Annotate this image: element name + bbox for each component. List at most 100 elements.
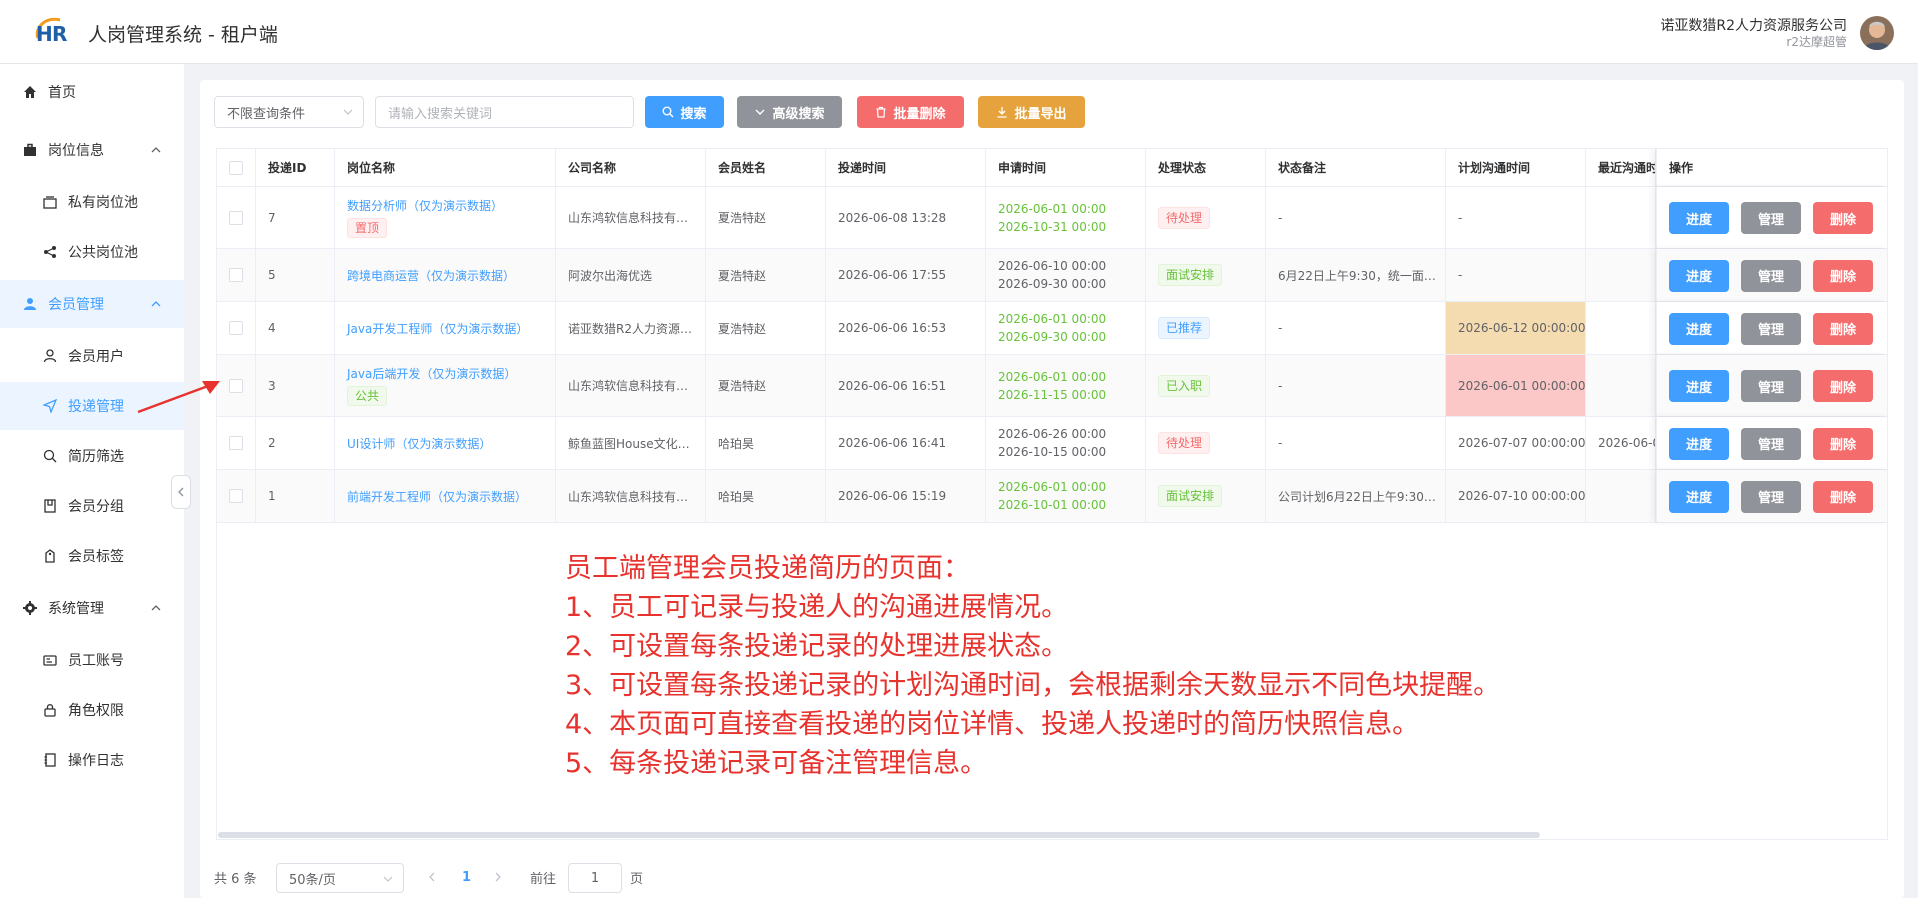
delete-button[interactable]: 删除 (1813, 427, 1873, 460)
sidebar-item-resume-filter[interactable]: 简历筛选 (0, 432, 184, 480)
advanced-search-button[interactable]: 高级搜索 (737, 96, 842, 128)
member-name: 哈珀昊 (706, 470, 826, 522)
progress-button[interactable]: 进度 (1669, 370, 1729, 402)
delete-button[interactable]: 删除 (1813, 480, 1873, 513)
progress-button[interactable]: 进度 (1669, 312, 1729, 345)
company-name: 山东鸿软信息科技有… (568, 211, 689, 225)
search-input[interactable]: 请输入搜索关键词 (375, 96, 634, 128)
table-row[interactable]: 3 Java后端开发（仅为演示数据） 公共 山东鸿软信息科技有… 夏浩特赵 202… (217, 355, 1887, 417)
sidebar-item-private-jobs[interactable]: 私有岗位池 (0, 178, 184, 226)
table-row[interactable]: 2 UI设计师（仅为演示数据） 鲸鱼蓝图House文化… 哈珀昊 2026-06… (217, 417, 1887, 470)
sidebar-item-member-users[interactable]: 会员用户 (0, 332, 184, 380)
sidebar-collapse-button[interactable] (171, 475, 191, 509)
sidebar-item-role-permissions[interactable]: 角色权限 (0, 686, 184, 734)
status-remark: - (1278, 210, 1283, 225)
goto-page-input[interactable]: 1 (568, 863, 622, 893)
page-number-current[interactable]: 1 (462, 863, 471, 891)
row-checkbox[interactable] (229, 436, 243, 450)
sidebar-item-home[interactable]: 首页 (0, 68, 184, 116)
apply-time-cell: 2026-06-26 00:00 2026-10-15 00:00 (986, 417, 1146, 469)
plan-time: 2026-07-10 00:00:00 (1446, 470, 1586, 522)
app-title: 人岗管理系统 - 租户端 (88, 24, 278, 46)
row-checkbox[interactable] (229, 210, 243, 225)
delete-button[interactable]: 删除 (1813, 202, 1873, 234)
manage-button[interactable]: 管理 (1741, 259, 1801, 292)
job-name-link[interactable]: 跨境电商运营（仅为演示数据） (347, 267, 555, 284)
action-cell: 进度 管理 删除 (1656, 302, 1887, 354)
sidebar-item-job-info[interactable]: 岗位信息 (0, 126, 184, 174)
table-row[interactable]: 5 跨境电商运营（仅为演示数据） 阿波尔出海优选 夏浩特赵 2026-06-06… (217, 249, 1887, 302)
apply-start: 2026-06-26 00:00 (998, 427, 1107, 441)
home-icon (22, 84, 38, 100)
row-checkbox[interactable] (229, 489, 243, 503)
remark-cell: 公司计划6月22日上午9:30… (1266, 470, 1446, 522)
prev-page-button[interactable] (428, 863, 436, 891)
job-name-link[interactable]: 前端开发工程师（仅为演示数据） (347, 488, 555, 505)
job-name-link[interactable]: UI设计师（仅为演示数据） (347, 435, 555, 452)
sidebar-item-member-groups[interactable]: 会员分组 (0, 482, 184, 530)
manage-button[interactable]: 管理 (1741, 370, 1801, 402)
job-name-link[interactable]: 数据分析师（仅为演示数据） (347, 197, 555, 214)
row-checkbox[interactable] (229, 378, 243, 393)
row-checkbox[interactable] (229, 321, 243, 335)
job-tag: 公共 (347, 386, 388, 406)
sidebar-item-system-mgmt[interactable]: 系统管理 (0, 584, 184, 632)
batch-export-button[interactable]: 批量导出 (978, 96, 1085, 128)
condition-select[interactable]: 不限查询条件 (214, 96, 364, 128)
job-name-link[interactable]: Java开发工程师（仅为演示数据） (347, 320, 555, 337)
search-button-label: 搜索 (680, 106, 707, 122)
search-button[interactable]: 搜索 (645, 96, 724, 128)
status-badge: 面试安排 (1158, 264, 1223, 286)
job-name-link[interactable]: Java后端开发（仅为演示数据） (347, 365, 555, 382)
table-row[interactable]: 1 前端开发工程师（仅为演示数据） 山东鸿软信息科技有… 哈珀昊 2026-06… (217, 470, 1887, 523)
plan-time: 2026-06-01 00:00:00 (1446, 355, 1586, 416)
manage-button[interactable]: 管理 (1741, 202, 1801, 234)
page-size-select[interactable]: 50条/页 (276, 863, 404, 893)
sidebar-item-label: 投递管理 (68, 399, 124, 415)
manage-button[interactable]: 管理 (1741, 312, 1801, 345)
progress-button[interactable]: 进度 (1669, 259, 1729, 292)
manage-button[interactable]: 管理 (1741, 480, 1801, 513)
row-checkbox-cell (217, 249, 256, 301)
recent-time (1586, 249, 1656, 301)
apply-time-cell: 2026-06-01 00:00 2026-09-30 00:00 (986, 302, 1146, 354)
delete-button[interactable]: 删除 (1813, 312, 1873, 345)
progress-button[interactable]: 进度 (1669, 202, 1729, 234)
manage-button[interactable]: 管理 (1741, 427, 1801, 460)
action-cell: 进度 管理 删除 (1656, 470, 1887, 522)
batch-delete-button[interactable]: 批量删除 (857, 96, 964, 128)
header-cell: 岗位名称 (335, 149, 556, 186)
apply-end: 2026-09-30 00:00 (998, 330, 1107, 344)
progress-button[interactable]: 进度 (1669, 480, 1729, 513)
status-cell: 待处理 (1146, 417, 1266, 469)
search-placeholder: 请输入搜索关键词 (388, 106, 493, 122)
sidebar-item-public-jobs[interactable]: 公共岗位池 (0, 228, 184, 276)
member-name: 夏浩特赵 (706, 302, 826, 354)
sidebar-item-staff-accounts[interactable]: 员工账号 (0, 636, 184, 684)
header-cell: 处理状态 (1146, 149, 1266, 186)
horizontal-scrollbar[interactable] (218, 832, 1540, 838)
user-role: r2达摩超管 (1786, 35, 1847, 49)
select-all-checkbox[interactable] (229, 160, 243, 175)
submit-time: 2026-06-06 16:53 (826, 302, 986, 354)
next-page-button[interactable] (494, 863, 502, 891)
status-remark: 6月22日上午9:30，统一面… (1278, 268, 1436, 283)
apply-start: 2026-06-01 00:00 (998, 312, 1107, 326)
table-row[interactable]: 7 数据分析师（仅为演示数据） 置顶 山东鸿软信息科技有… 夏浩特赵 2026-0… (217, 187, 1887, 249)
sidebar-item-member-mgmt[interactable]: 会员管理 (0, 280, 184, 328)
remark-cell: - (1266, 417, 1446, 469)
sidebar-item-member-tags[interactable]: 会员标签 (0, 532, 184, 580)
hr-logo: H R (32, 14, 76, 48)
row-checkbox[interactable] (229, 268, 243, 282)
delete-button[interactable]: 删除 (1813, 259, 1873, 292)
header-cell: 投递时间 (826, 149, 986, 186)
sidebar-item-operation-log[interactable]: 操作日志 (0, 736, 184, 784)
table-row[interactable]: 4 Java开发工程师（仅为演示数据） 诺亚数猎R2人力资源… 夏浩特赵 202… (217, 302, 1887, 355)
apply-start: 2026-06-01 00:00 (998, 369, 1107, 384)
submit-time: 2026-06-08 13:28 (826, 187, 986, 248)
company-name[interactable]: 诺亚数猎R2人力资源服务公司 (1660, 15, 1847, 35)
avatar[interactable] (1860, 16, 1894, 50)
job-name-cell: UI设计师（仅为演示数据） (335, 417, 556, 469)
progress-button[interactable]: 进度 (1669, 427, 1729, 460)
delete-button[interactable]: 删除 (1813, 370, 1873, 402)
